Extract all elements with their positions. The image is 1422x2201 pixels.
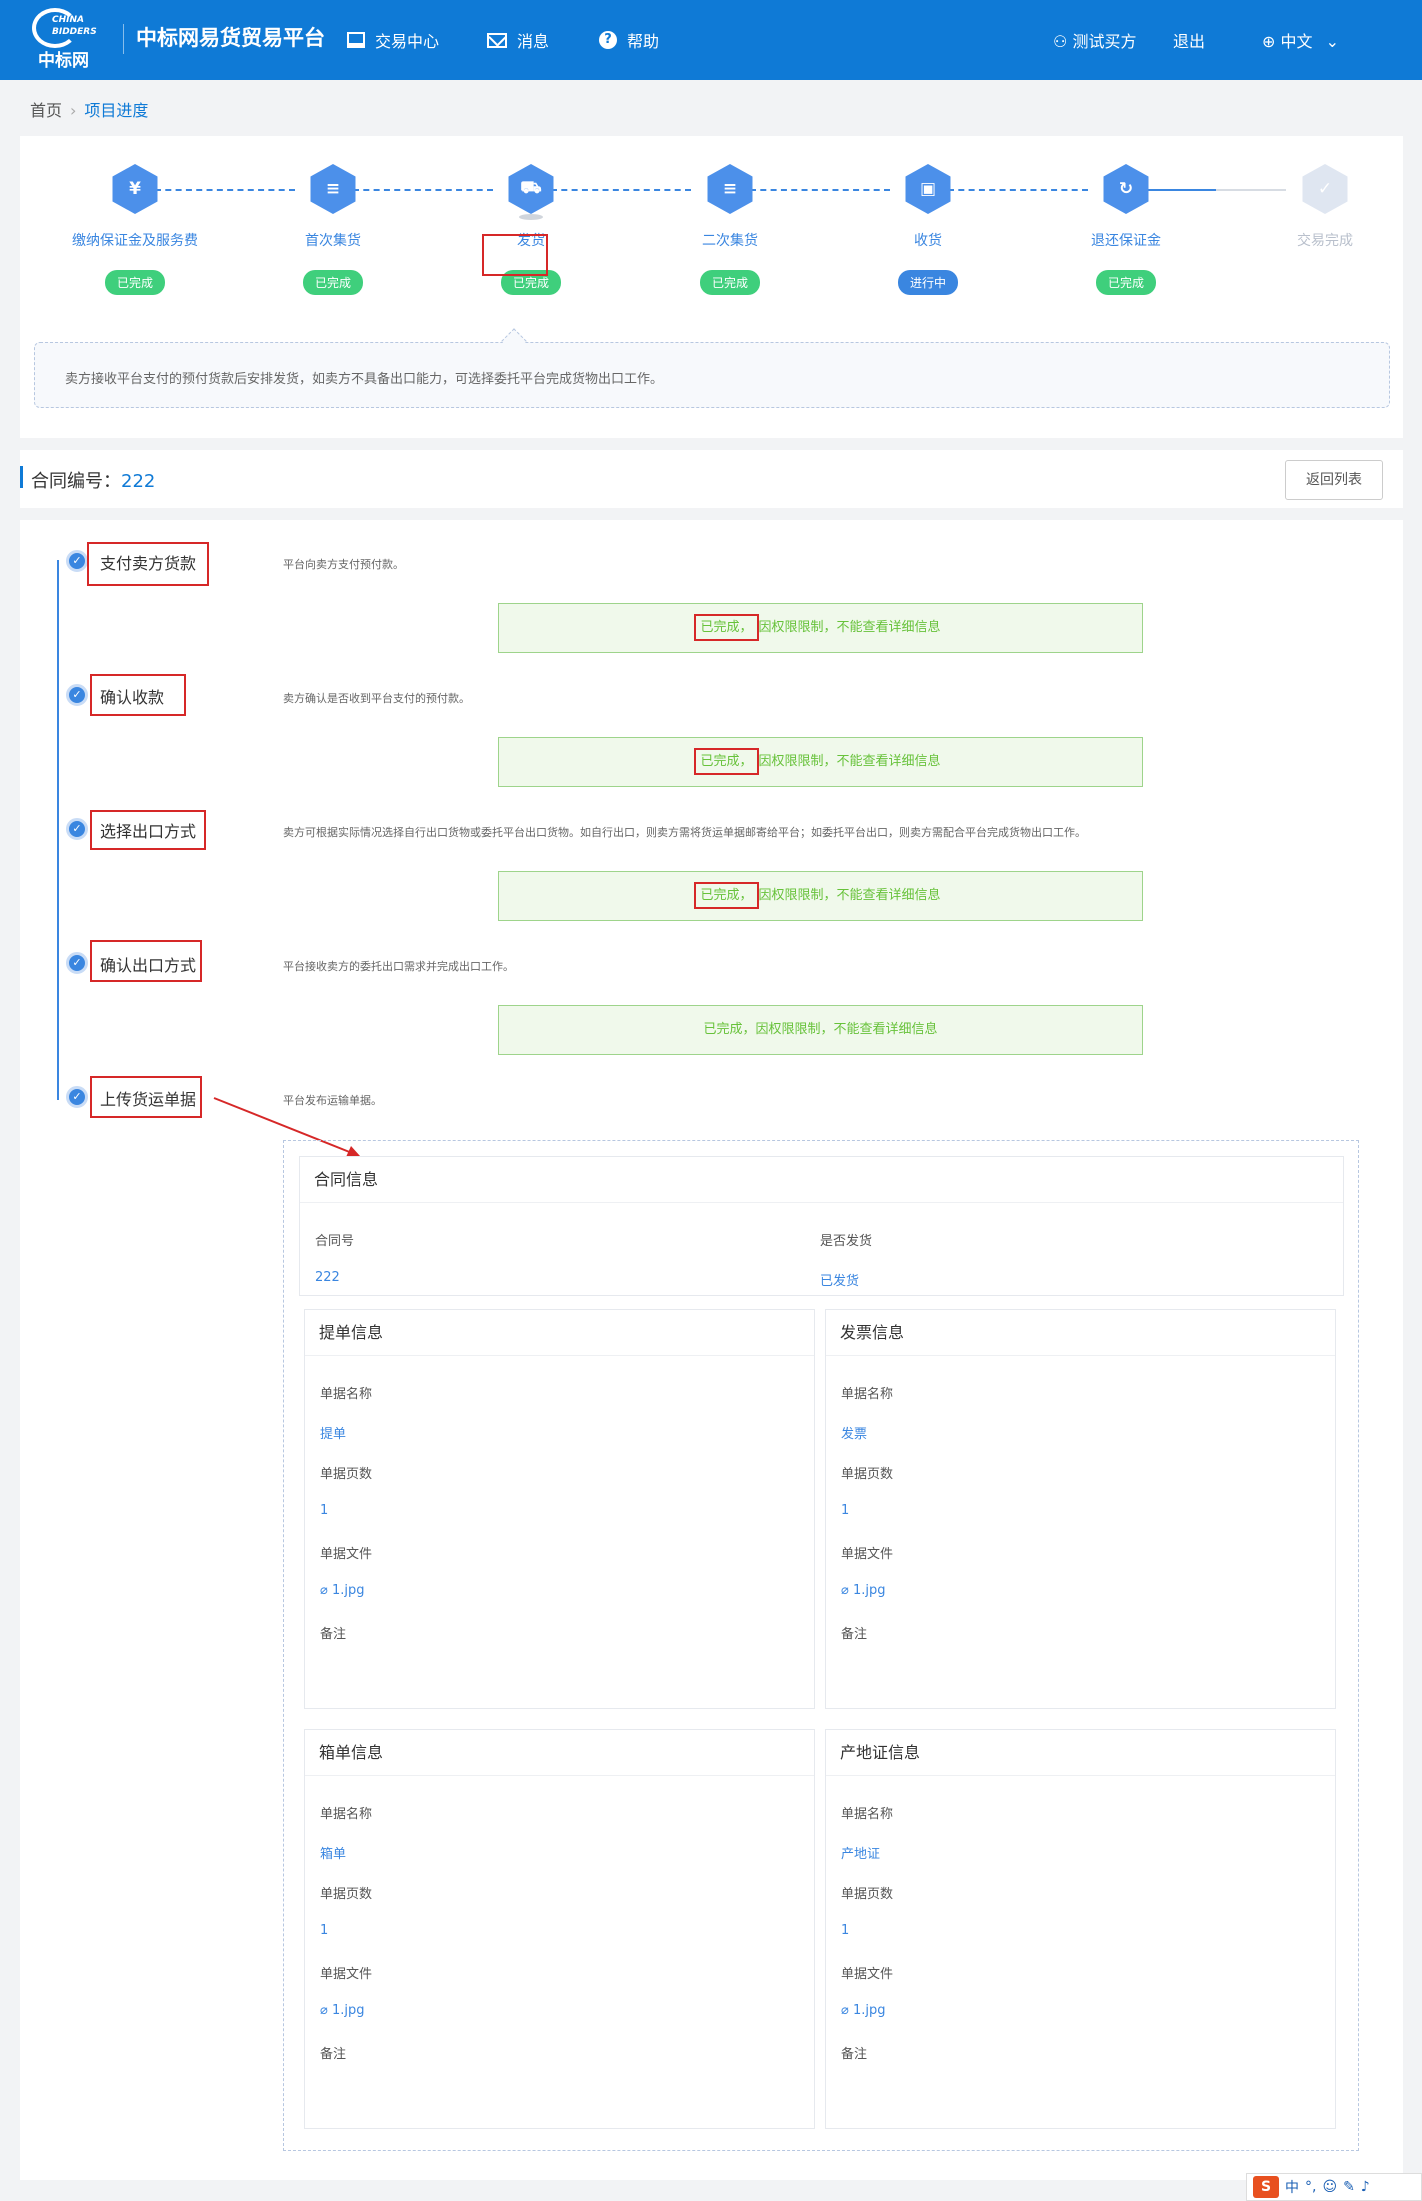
certificate-of-origin-card: 产地证信息 单据名称 产地证 单据页数 1 单据文件 ⌀ 1.jpg 备注 <box>825 1729 1336 2129</box>
mic-icon[interactable]: ♪ <box>1361 2179 1370 2195</box>
pen-icon[interactable]: ✎ <box>1343 2179 1355 2195</box>
doc-name-value: 提单 <box>320 1427 347 1442</box>
file-name: 1.jpg <box>852 1583 886 1598</box>
field-label: 单据名称 <box>841 1807 894 1822</box>
card-title: 提单信息 <box>305 1310 814 1356</box>
field-label: 备注 <box>320 1627 347 1642</box>
packing-list-card: 箱单信息 单据名称 箱单 单据页数 1 单据文件 ⌀ 1.jpg 备注 <box>304 1729 815 2129</box>
field-label: 单据页数 <box>320 1887 373 1902</box>
ime-punct[interactable]: °, <box>1305 2179 1316 2195</box>
field-label: 单据名称 <box>320 1807 373 1822</box>
field-label: 备注 <box>841 1627 868 1642</box>
shipped-value: 已发货 <box>820 1274 860 1289</box>
card-title: 箱单信息 <box>305 1730 814 1776</box>
field-label: 单据文件 <box>841 1967 894 1982</box>
paperclip-icon: ⌀ <box>841 2003 853 2018</box>
doc-pages-value: 1 <box>841 1503 850 1518</box>
field-label: 是否发货 <box>820 1234 873 1249</box>
field-label: 单据页数 <box>841 1467 894 1482</box>
ime-toolbar[interactable]: S 中 °, ☺ ✎ ♪ <box>1246 2173 1422 2201</box>
doc-name-value: 发票 <box>841 1427 868 1442</box>
invoice-card: 发票信息 单据名称 发票 单据页数 1 单据文件 ⌀ 1.jpg 备注 <box>825 1309 1336 1709</box>
card-title: 产地证信息 <box>826 1730 1335 1776</box>
file-name: 1.jpg <box>852 2003 886 2018</box>
doc-name-value: 箱单 <box>320 1847 347 1862</box>
field-label: 单据名称 <box>320 1387 373 1402</box>
emoji-icon[interactable]: ☺ <box>1322 2179 1337 2195</box>
doc-pages-value: 1 <box>320 1923 329 1938</box>
field-label: 单据名称 <box>841 1387 894 1402</box>
file-link[interactable]: ⌀ 1.jpg <box>320 1583 365 1598</box>
sogou-logo-icon: S <box>1253 2176 1279 2198</box>
ime-lang[interactable]: 中 <box>1285 2177 1299 2197</box>
card-title: 合同信息 <box>300 1157 1343 1203</box>
file-link[interactable]: ⌀ 1.jpg <box>320 2003 365 2018</box>
field-label: 合同号 <box>315 1234 355 1249</box>
shipping-documents-area: 合同信息 合同号 222 是否发货 已发货 提单信息 单据名称 提单 单据页数 … <box>283 1140 1359 2151</box>
file-link[interactable]: ⌀ 1.jpg <box>841 1583 886 1598</box>
paperclip-icon: ⌀ <box>320 2003 332 2018</box>
contract-no-value: 222 <box>315 1270 340 1285</box>
file-link[interactable]: ⌀ 1.jpg <box>841 2003 886 2018</box>
field-label: 单据页数 <box>841 1887 894 1902</box>
paperclip-icon: ⌀ <box>841 1583 853 1598</box>
field-label: 单据文件 <box>841 1547 894 1562</box>
contract-info-card: 合同信息 合同号 222 是否发货 已发货 <box>299 1156 1344 1296</box>
file-name: 1.jpg <box>331 1583 365 1598</box>
doc-name-value: 产地证 <box>841 1847 881 1862</box>
field-label: 单据文件 <box>320 1967 373 1982</box>
field-label: 备注 <box>841 2047 868 2062</box>
bill-of-lading-card: 提单信息 单据名称 提单 单据页数 1 单据文件 ⌀ 1.jpg 备注 <box>304 1309 815 1709</box>
doc-pages-value: 1 <box>320 1503 329 1518</box>
field-label: 备注 <box>320 2047 347 2062</box>
doc-pages-value: 1 <box>841 1923 850 1938</box>
paperclip-icon: ⌀ <box>320 1583 332 1598</box>
card-title: 发票信息 <box>826 1310 1335 1356</box>
field-label: 单据文件 <box>320 1547 373 1562</box>
file-name: 1.jpg <box>331 2003 365 2018</box>
field-label: 单据页数 <box>320 1467 373 1482</box>
